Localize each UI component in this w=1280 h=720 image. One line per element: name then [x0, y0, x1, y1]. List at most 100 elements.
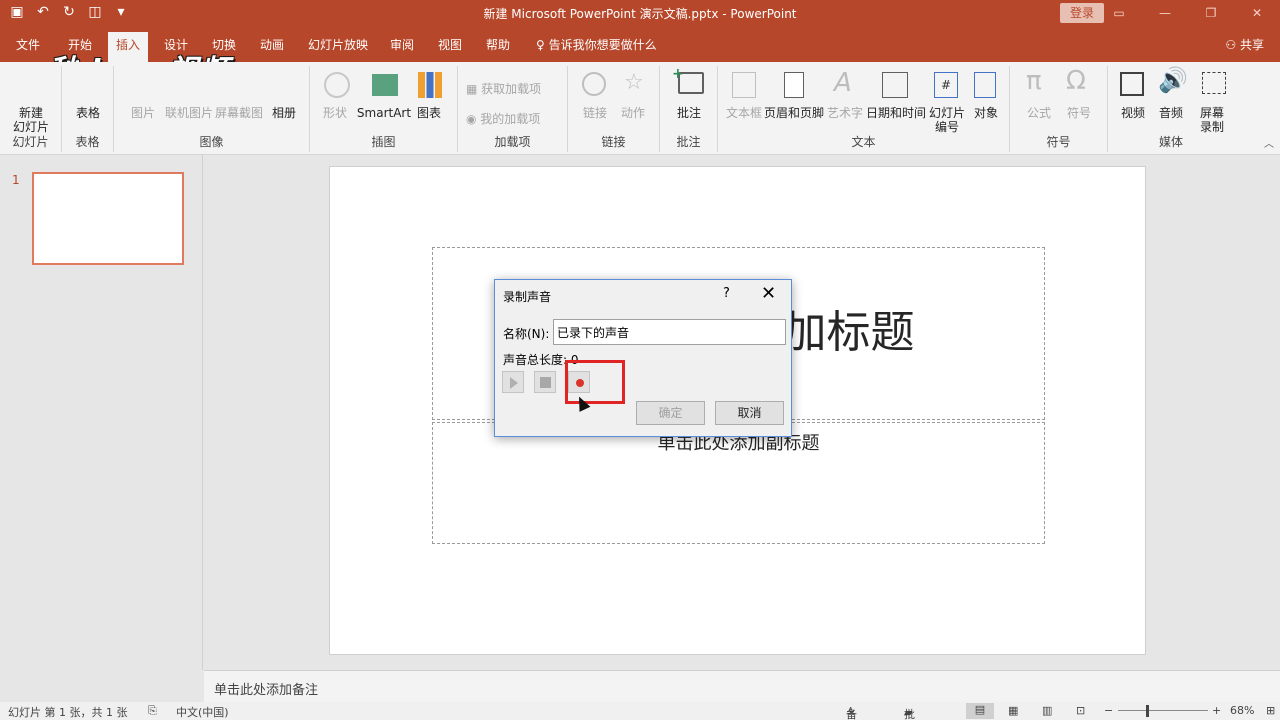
calendar-icon	[882, 72, 908, 98]
tell-me-label: 告诉我你想要做什么	[548, 38, 657, 52]
zoom-out-icon[interactable]: −	[1104, 704, 1113, 717]
thumbnail-number: 1	[12, 173, 20, 187]
slide-number-icon: #	[934, 72, 958, 98]
comments-toggle-label: 批注	[904, 708, 915, 720]
header-footer-button[interactable]: 页眉和页脚	[764, 106, 824, 120]
powerpoint-window: ▣ ↶ ↻ ◫ ▾ 新建 Microsoft PowerPoint 演示文稿.p…	[0, 0, 1280, 720]
zoom-slider[interactable]	[1118, 710, 1208, 711]
link-button[interactable]: 链接	[582, 106, 608, 120]
header-footer-icon	[784, 72, 804, 98]
picture-button[interactable]: 图片	[128, 106, 158, 120]
date-time-button[interactable]: 日期和时间	[864, 106, 928, 120]
zoom-slider-thumb[interactable]	[1146, 705, 1149, 717]
star-icon: ☆	[624, 70, 644, 95]
wordart-icon: A	[834, 68, 852, 98]
sound-name-input[interactable]	[553, 319, 786, 345]
slide-number-button[interactable]: 幻灯片 编号	[928, 106, 966, 134]
tab-slideshow[interactable]: 幻灯片放映	[308, 36, 368, 53]
ribbon-insert: 新建 幻灯片 幻灯片 表格 表格 图片 联机图片 屏幕截图 相册 图像 形状 S…	[0, 62, 1280, 155]
collapse-ribbon-icon[interactable]: ︿	[1264, 135, 1274, 150]
slide-sorter-icon[interactable]: ▦	[1008, 704, 1018, 717]
language-indicator[interactable]: 中文(中国)	[176, 704, 229, 720]
tab-help[interactable]: 帮助	[486, 36, 510, 53]
chart-icon	[418, 72, 442, 98]
group-label: 图像	[199, 135, 224, 149]
video-icon	[1120, 72, 1144, 96]
equation-button[interactable]: 公式	[1024, 106, 1054, 120]
group-images: 图片 联机图片 屏幕截图 相册 图像	[114, 66, 310, 152]
group-addins: ▦ 获取加载项 ◉ 我的加载项 加载项	[458, 66, 568, 152]
audio-button[interactable]: 音频	[1154, 106, 1188, 120]
notes-pane[interactable]: 单击此处添加备注	[204, 670, 1280, 702]
notes-placeholder: 单击此处添加备注	[214, 683, 319, 698]
globe-icon	[582, 72, 606, 96]
play-button[interactable]	[502, 371, 524, 393]
slide-thumbnails-pane: 1	[0, 155, 203, 670]
group-tables: 表格 表格	[62, 66, 114, 152]
plus-icon: +	[672, 66, 684, 82]
tab-file[interactable]: 文件	[16, 36, 40, 53]
shapes-icon	[324, 72, 350, 98]
dialog-close-icon[interactable]: ✕	[761, 283, 776, 304]
screen-recording-button[interactable]: 屏幕 录制	[1194, 106, 1230, 134]
notes-toggle-label: 备注	[846, 708, 857, 720]
normal-view-icon[interactable]: ▤	[966, 703, 994, 719]
video-button[interactable]: 视频	[1116, 106, 1150, 120]
action-button[interactable]: 动作	[618, 106, 648, 120]
group-media: 视频 音频 屏幕 录制 🔊 媒体	[1108, 66, 1234, 152]
wordart-button[interactable]: 艺术字	[826, 106, 864, 120]
reading-view-icon[interactable]: ▥	[1042, 704, 1052, 717]
smartart-button[interactable]: SmartArt	[356, 106, 412, 120]
group-label: 符号	[1046, 135, 1071, 149]
comment-button[interactable]: 批注	[672, 106, 706, 120]
group-illustrations: 形状 SmartArt 图表 插图	[310, 66, 458, 152]
share-label: 共享	[1239, 38, 1264, 52]
symbol-button[interactable]: 符号	[1064, 106, 1094, 120]
group-label: 批注	[676, 135, 701, 149]
photo-album-button[interactable]: 相册	[266, 106, 302, 120]
screenshot-button[interactable]: 屏幕截图	[214, 106, 264, 120]
person-icon: ⚇	[1225, 38, 1240, 52]
textbox-button[interactable]: 文本框	[724, 106, 764, 120]
group-label: 链接	[601, 135, 626, 149]
omega-icon: Ω	[1066, 66, 1086, 96]
tab-animations[interactable]: 动画	[260, 36, 284, 53]
tell-me-box[interactable]: ♀ 告诉我你想要做什么	[536, 36, 657, 53]
group-links: 链接 动作 ☆ 链接	[568, 66, 660, 152]
group-comments: 批注 + 批注	[660, 66, 718, 152]
cancel-button[interactable]: 取消	[715, 401, 784, 425]
share-button[interactable]: ⚇ 共享	[1225, 36, 1264, 53]
help-button[interactable]: ?	[723, 286, 730, 301]
subtitle-placeholder[interactable]: 单击此处添加副标题	[432, 422, 1045, 544]
zoom-level[interactable]: 68%	[1230, 704, 1254, 717]
tab-view[interactable]: 视图	[438, 36, 462, 53]
spellcheck-icon[interactable]: ⎘	[148, 704, 157, 718]
ribbon-display-icon[interactable]: ▭	[1096, 0, 1142, 26]
tab-review[interactable]: 审阅	[390, 36, 414, 53]
get-addins-label: 获取加载项	[481, 82, 542, 96]
slideshow-icon[interactable]: ⊡	[1076, 704, 1085, 717]
chart-button[interactable]: 图表	[414, 106, 444, 120]
zoom-in-icon[interactable]: +	[1212, 704, 1221, 717]
restore-icon[interactable]: ❐	[1188, 0, 1234, 26]
get-addins-button[interactable]: ▦ 获取加载项	[466, 80, 541, 97]
title-bar: ▣ ↶ ↻ ◫ ▾ 新建 Microsoft PowerPoint 演示文稿.p…	[0, 0, 1280, 26]
table-button[interactable]: 表格	[70, 106, 106, 120]
window-controls: ▭ — ❐ ✕	[1096, 0, 1280, 26]
new-slide-button[interactable]: 新建 幻灯片	[6, 106, 56, 134]
dialog-title: 录制声音	[503, 290, 552, 304]
stop-button[interactable]	[534, 371, 556, 393]
slide-thumbnail[interactable]	[32, 172, 184, 265]
close-icon[interactable]: ✕	[1234, 0, 1280, 26]
fit-slide-icon[interactable]: ⊞	[1266, 704, 1275, 717]
record-button-highlight	[565, 360, 625, 404]
object-button[interactable]: 对象	[968, 106, 1004, 120]
minimize-icon[interactable]: —	[1142, 0, 1188, 26]
stop-icon	[540, 377, 551, 388]
my-addins-label: 我的加载项	[480, 112, 541, 126]
shapes-button[interactable]: 形状	[320, 106, 350, 120]
ok-button[interactable]: 确定	[636, 401, 705, 425]
online-picture-button[interactable]: 联机图片	[164, 106, 214, 120]
screen-record-icon	[1202, 72, 1226, 94]
my-addins-button[interactable]: ◉ 我的加载项	[466, 110, 540, 127]
